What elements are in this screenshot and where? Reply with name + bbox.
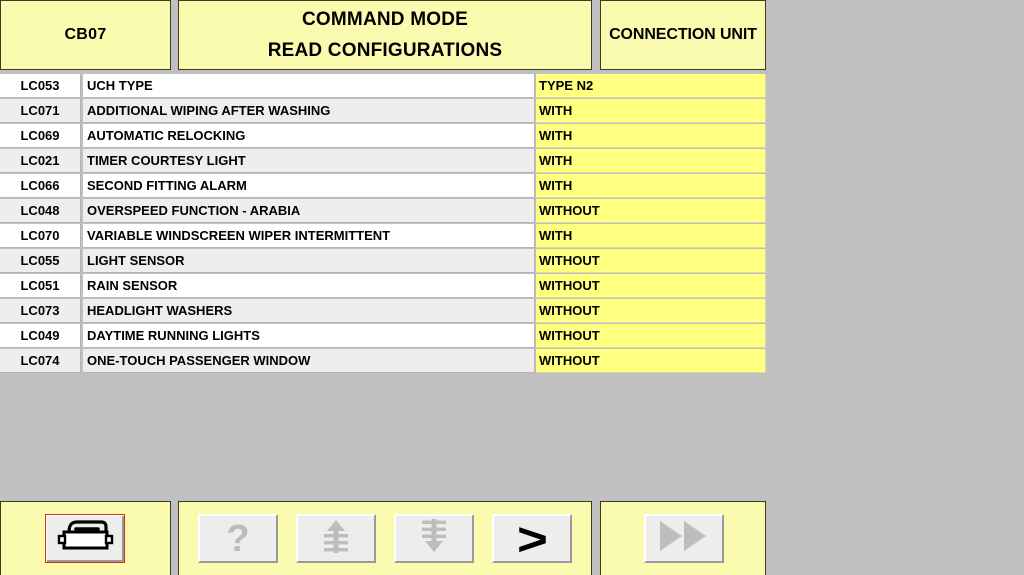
question-mark-icon: ? xyxy=(226,517,250,560)
bottom-toolbar: ? > xyxy=(0,501,766,575)
fast-forward-button[interactable] xyxy=(644,514,724,563)
table-row[interactable]: LC055 LIGHT SENSOR WITHOUT xyxy=(0,249,766,274)
config-value-cell: TYPE N2 xyxy=(536,74,766,98)
table-row[interactable]: LC051 RAIN SENSOR WITHOUT xyxy=(0,274,766,299)
config-code-cell: LC049 xyxy=(0,324,81,348)
config-value-cell: WITH xyxy=(536,99,766,123)
config-value-cell: WITH xyxy=(536,124,766,148)
header-connection-panel: CONNECTION UNIT xyxy=(600,0,766,70)
toolbar-right-panel xyxy=(600,501,766,575)
config-description-cell: ADDITIONAL WIPING AFTER WASHING xyxy=(83,99,535,123)
configuration-table[interactable]: LC053 UCH TYPE TYPE N2 LC071 ADDITIONAL WIPI… xyxy=(0,74,766,374)
config-value-cell: WITHOUT xyxy=(536,299,766,323)
config-code-cell: LC053 xyxy=(0,74,81,98)
toolbar-left-panel xyxy=(0,501,171,575)
config-code-cell: LC055 xyxy=(0,249,81,273)
config-code-cell: LC073 xyxy=(0,299,81,323)
config-value-cell: WITHOUT xyxy=(536,274,766,298)
application-window: CB07 COMMAND MODE READ CONFIGURATIONS CO… xyxy=(0,0,766,575)
scroll-to-bottom-icon xyxy=(414,517,454,560)
connection-unit-label: CONNECTION UNIT xyxy=(609,26,757,43)
config-code-cell: LC070 xyxy=(0,224,81,248)
config-description-cell: OVERSPEED FUNCTION - ARABIA xyxy=(83,199,535,223)
config-description-cell: ONE-TOUCH PASSENGER WINDOW xyxy=(83,349,535,373)
config-description-cell: LIGHT SENSOR xyxy=(83,249,535,273)
config-value-cell: WITH xyxy=(536,149,766,173)
scroll-to-bottom-button[interactable] xyxy=(394,514,474,563)
table-row[interactable]: LC074 ONE-TOUCH PASSENGER WINDOW WITHOUT xyxy=(0,349,766,374)
command-mode-subtitle: READ CONFIGURATIONS xyxy=(267,39,503,61)
config-value-cell: WITHOUT xyxy=(536,199,766,223)
config-code-cell: LC048 xyxy=(0,199,81,223)
config-value-cell: WITHOUT xyxy=(536,249,766,273)
header-unit-panel: CB07 xyxy=(0,0,171,70)
table-row[interactable]: LC069 AUTOMATIC RELOCKING WITH xyxy=(0,124,766,149)
config-value-cell: WITHOUT xyxy=(536,324,766,348)
print-button[interactable] xyxy=(45,514,125,563)
unit-code-label: CB07 xyxy=(64,26,107,43)
config-code-cell: LC071 xyxy=(0,99,81,123)
config-description-cell: UCH TYPE xyxy=(83,74,535,98)
header-mode-panel: COMMAND MODE READ CONFIGURATIONS xyxy=(178,0,592,70)
config-value-cell: WITH xyxy=(536,224,766,248)
config-description-cell: HEADLIGHT WASHERS xyxy=(83,299,535,323)
config-code-cell: LC069 xyxy=(0,124,81,148)
scroll-to-top-icon xyxy=(316,517,356,560)
config-description-cell: TIMER COURTESY LIGHT xyxy=(83,149,535,173)
config-description-cell: AUTOMATIC RELOCKING xyxy=(83,124,535,148)
config-description-cell: DAYTIME RUNNING LIGHTS xyxy=(83,324,535,348)
toolbar-middle-panel: ? > xyxy=(178,501,592,575)
greater-than-icon: > xyxy=(516,512,548,565)
config-description-cell: SECOND FITTING ALARM xyxy=(83,174,535,198)
table-row[interactable]: LC066 SECOND FITTING ALARM WITH xyxy=(0,174,766,199)
table-row[interactable]: LC053 UCH TYPE TYPE N2 xyxy=(0,74,766,99)
help-button[interactable]: ? xyxy=(198,514,278,563)
printer-icon xyxy=(55,518,115,559)
config-value-cell: WITHOUT xyxy=(536,349,766,373)
table-row[interactable]: LC048 OVERSPEED FUNCTION - ARABIA WITHOUT xyxy=(0,199,766,224)
fast-forward-icon xyxy=(656,519,712,558)
config-value-cell: WITH xyxy=(536,174,766,198)
table-row[interactable]: LC073 HEADLIGHT WASHERS WITHOUT xyxy=(0,299,766,324)
config-code-cell: LC051 xyxy=(0,274,81,298)
scroll-to-top-button[interactable] xyxy=(296,514,376,563)
config-code-cell: LC074 xyxy=(0,349,81,373)
table-row[interactable]: LC070 VARIABLE WINDSCREEN WIPER INTERMITT… xyxy=(0,224,766,249)
table-row[interactable]: LC049 DAYTIME RUNNING LIGHTS WITHOUT xyxy=(0,324,766,349)
config-description-cell: VARIABLE WINDSCREEN WIPER INTERMITTENT xyxy=(83,224,535,248)
config-code-cell: LC021 xyxy=(0,149,81,173)
config-description-cell: RAIN SENSOR xyxy=(83,274,535,298)
table-row[interactable]: LC021 TIMER COURTESY LIGHT WITH xyxy=(0,149,766,174)
header-bar: CB07 COMMAND MODE READ CONFIGURATIONS CO… xyxy=(0,0,766,72)
next-button[interactable]: > xyxy=(492,514,572,563)
config-code-cell: LC066 xyxy=(0,174,81,198)
command-mode-title: COMMAND MODE xyxy=(302,8,468,30)
table-row[interactable]: LC071 ADDITIONAL WIPING AFTER WASHING WITH xyxy=(0,99,766,124)
